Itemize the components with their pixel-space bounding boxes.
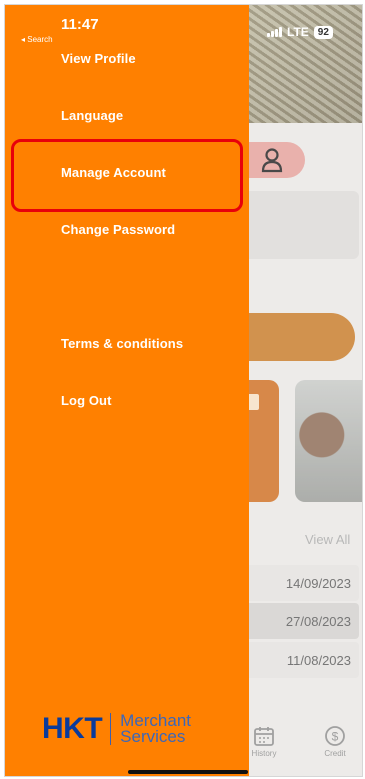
hkt-merchant-logo: HKT Merchant Services <box>42 712 191 746</box>
menu-item-terms[interactable]: Terms & conditions <box>61 336 183 351</box>
highlight-box <box>11 139 243 212</box>
network-type: LTE <box>287 25 309 39</box>
logo-line-2: Services <box>120 727 186 746</box>
battery-icon: 92 <box>313 25 333 39</box>
logo-subtitle: Merchant Services <box>120 712 191 746</box>
logo-brand: HKT <box>42 712 103 745</box>
logo-divider <box>110 713 112 745</box>
menu-item-view-profile[interactable]: View Profile <box>61 51 136 66</box>
menu-item-log-out[interactable]: Log Out <box>61 393 112 408</box>
signal-icon <box>267 27 282 37</box>
phone-screen: View All 14/09/2023 27/08/2023 11/08/202… <box>4 4 363 777</box>
status-time: 11:47 <box>61 16 99 33</box>
menu-item-language[interactable]: Language <box>61 108 123 123</box>
status-indicators: LTE 92 <box>267 25 333 39</box>
home-indicator[interactable] <box>128 770 248 774</box>
side-drawer: View Profile Language Manage Account Cha… <box>5 5 249 776</box>
menu-item-change-password[interactable]: Change Password <box>61 222 175 237</box>
back-to-search[interactable]: ◂ Search <box>21 35 53 44</box>
